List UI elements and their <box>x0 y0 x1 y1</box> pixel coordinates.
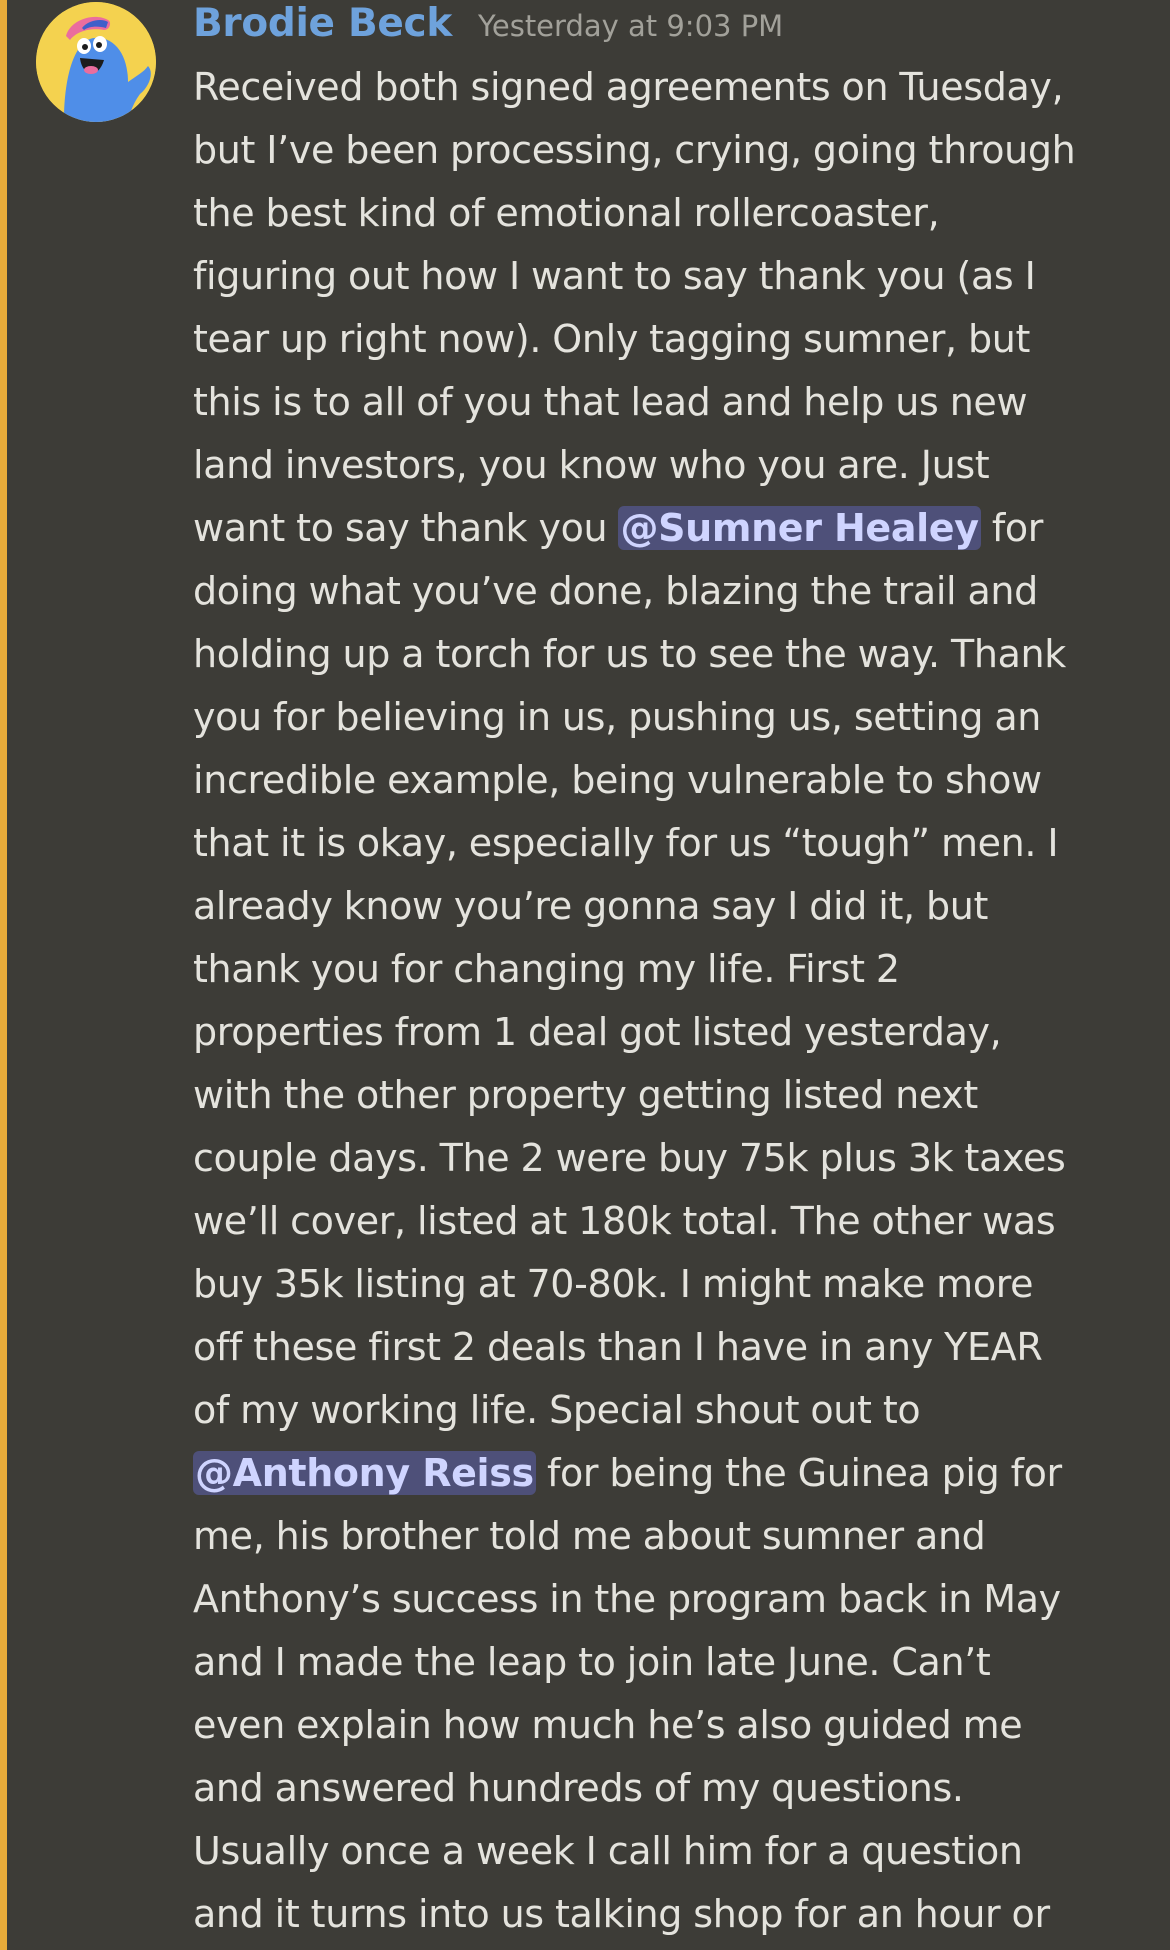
message-text: the best kind of emotional rollercoaster… <box>193 191 940 235</box>
message-text: me, his brother told me about sumner and <box>193 1514 986 1558</box>
message-text: even explain how much he’s also guided m… <box>193 1703 1023 1747</box>
message-line: properties from 1 deal got listed yester… <box>193 1001 1153 1064</box>
message-text: tear up right now). Only tagging sumner,… <box>193 317 1031 361</box>
message-text: Usually once a week I call him for a que… <box>193 1829 1023 1873</box>
message-line: @Anthony Reiss for being the Guinea pig … <box>193 1442 1153 1505</box>
message-text: thank you for changing my life. First 2 <box>193 947 900 991</box>
message-text: want to say thank you <box>193 506 619 550</box>
user-mention[interactable]: @Anthony Reiss <box>193 1451 536 1495</box>
message-text: of my working life. Special shout out to <box>193 1388 921 1432</box>
message-text: and I made the leap to join late June. C… <box>193 1640 991 1684</box>
message-line: buy 35k listing at 70-80k. I might make … <box>193 1253 1153 1316</box>
message-text: but I’ve been processing, crying, going … <box>193 128 1076 172</box>
message-text: for being the Guinea pig for <box>535 1451 1062 1495</box>
message-line: couple days. The 2 were buy 75k plus 3k … <box>193 1127 1153 1190</box>
message-text: buy 35k listing at 70-80k. I might make … <box>193 1262 1034 1306</box>
message-text: Anthony’s success in the program back in… <box>193 1577 1061 1621</box>
message-line: we’ll cover, listed at 180k total. The o… <box>193 1190 1153 1253</box>
message-line: tear up right now). Only tagging sumner,… <box>193 308 1153 371</box>
message-text: off these first 2 deals than I have in a… <box>193 1325 1043 1369</box>
message-text: holding up a torch for us to see the way… <box>193 632 1066 676</box>
message-text: and it turns into us talking shop for an… <box>193 1892 1050 1936</box>
message-line: you for believing in us, pushing us, set… <box>193 686 1153 749</box>
message-line: already know you’re gonna say I did it, … <box>193 875 1153 938</box>
message-content: Received both signed agreements on Tuesd… <box>193 56 1153 1946</box>
chat-message: Brodie Beck Yesterday at 9:03 PM Receive… <box>0 0 1170 1950</box>
message-timestamp: Yesterday at 9:03 PM <box>478 9 784 43</box>
user-avatar[interactable] <box>36 2 156 122</box>
message-text: figuring out how I want to say thank you… <box>193 254 1036 298</box>
message-text: for <box>980 506 1044 550</box>
message-text: land investors, you know who you are. Ju… <box>193 443 990 487</box>
message-text: you for believing in us, pushing us, set… <box>193 695 1042 739</box>
username[interactable]: Brodie Beck <box>193 0 452 48</box>
message-text: we’ll cover, listed at 180k total. The o… <box>193 1199 1056 1243</box>
message-text: and answered hundreds of my questions. <box>193 1766 964 1810</box>
message-line: Usually once a week I call him for a que… <box>193 1820 1153 1883</box>
message-text: doing what you’ve done, blazing the trai… <box>193 569 1038 613</box>
message-text: properties from 1 deal got listed yester… <box>193 1010 1002 1054</box>
message-line: doing what you’ve done, blazing the trai… <box>193 560 1153 623</box>
message-line: land investors, you know who you are. Ju… <box>193 434 1153 497</box>
message-text: this is to all of you that lead and help… <box>193 380 1028 424</box>
message-text: already know you’re gonna say I did it, … <box>193 884 989 928</box>
message-text: incredible example, being vulnerable to … <box>193 758 1042 802</box>
message-line: of my working life. Special shout out to <box>193 1379 1153 1442</box>
message-line: incredible example, being vulnerable to … <box>193 749 1153 812</box>
message-line: Anthony’s success in the program back in… <box>193 1568 1153 1631</box>
message-line: that it is okay, especially for us “toug… <box>193 812 1153 875</box>
message-line: off these first 2 deals than I have in a… <box>193 1316 1153 1379</box>
message-text: that it is okay, especially for us “toug… <box>193 821 1059 865</box>
message-line: thank you for changing my life. First 2 <box>193 938 1153 1001</box>
message-text: with the other property getting listed n… <box>193 1073 978 1117</box>
user-mention[interactable]: @Sumner Healey <box>618 506 981 550</box>
avatar-icon <box>36 2 156 122</box>
message-line: me, his brother told me about sumner and <box>193 1505 1153 1568</box>
message-line: and answered hundreds of my questions. <box>193 1757 1153 1820</box>
message-line: Received both signed agreements on Tuesd… <box>193 56 1153 119</box>
message-text: couple days. The 2 were buy 75k plus 3k … <box>193 1136 1066 1180</box>
message-line: this is to all of you that lead and help… <box>193 371 1153 434</box>
message-line: holding up a torch for us to see the way… <box>193 623 1153 686</box>
message-header: Brodie Beck Yesterday at 9:03 PM <box>193 0 783 48</box>
message-line: the best kind of emotional rollercoaster… <box>193 182 1153 245</box>
message-line: and it turns into us talking shop for an… <box>193 1883 1153 1946</box>
message-line: figuring out how I want to say thank you… <box>193 245 1153 308</box>
message-line: with the other property getting listed n… <box>193 1064 1153 1127</box>
message-text: Received both signed agreements on Tuesd… <box>193 65 1064 109</box>
message-line: even explain how much he’s also guided m… <box>193 1694 1153 1757</box>
message-line: but I’ve been processing, crying, going … <box>193 119 1153 182</box>
message-line: want to say thank you @Sumner Healey for <box>193 497 1153 560</box>
message-line: and I made the leap to join late June. C… <box>193 1631 1153 1694</box>
